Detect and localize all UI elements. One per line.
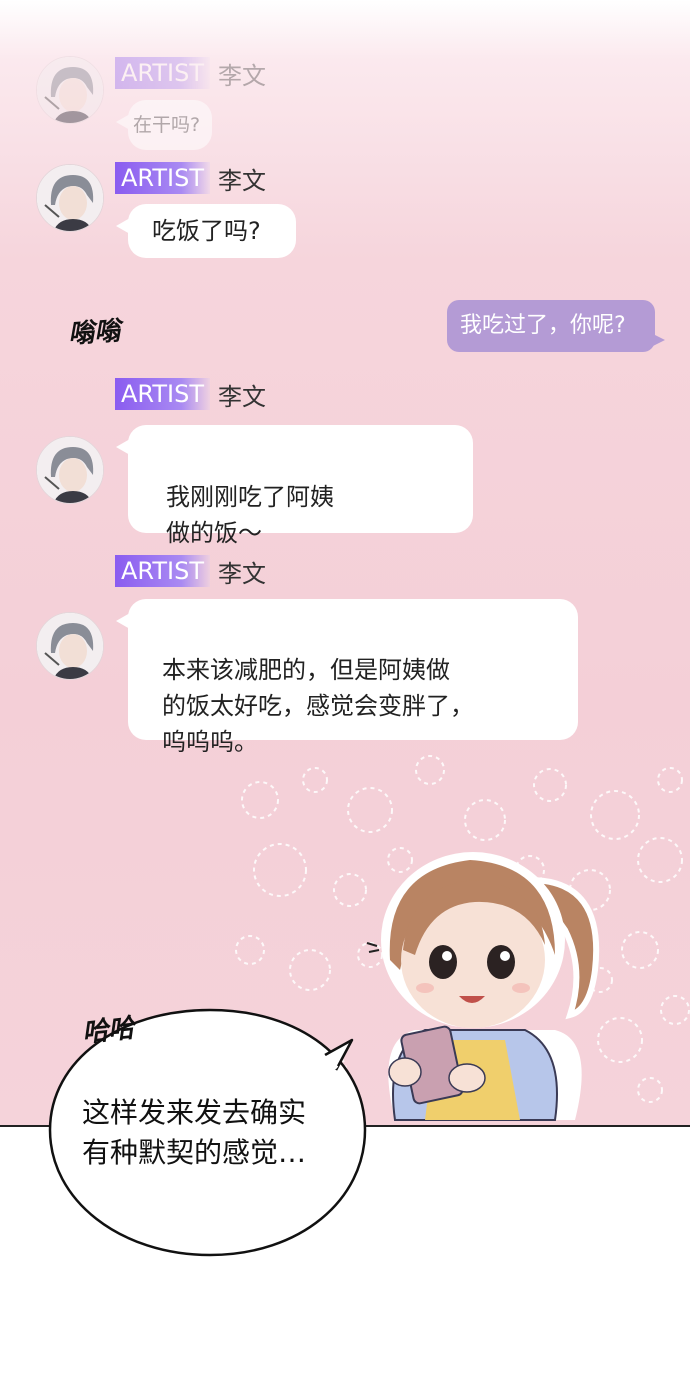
- sfx-haha: 哈哈: [80, 1013, 136, 1049]
- sender-name: 李文: [217, 559, 266, 588]
- sender-name: 李文: [217, 382, 266, 411]
- speech-text: 这样发来发去确实 有种默契的感觉…: [82, 1096, 307, 1169]
- message-text: 在干吗?: [133, 114, 201, 136]
- artist-tag: ARTIST: [115, 57, 210, 89]
- message-bubble: 本来该减肥的，但是阿姨做 的饭太好吃，感觉会变胖了， 呜呜呜。: [116, 599, 578, 756]
- message-bubble: 我刚刚吃了阿姨 做的饭～: [116, 425, 473, 547]
- sfx-buzz: 嗡嗡: [67, 316, 122, 350]
- avatar-liwen: [36, 164, 104, 232]
- sender-row: ARTIST 李文: [115, 56, 266, 90]
- artist-tag: ARTIST: [115, 162, 210, 194]
- message-bubble: 吃饭了吗?: [116, 204, 296, 258]
- message-bubble: 在干吗?: [116, 100, 212, 150]
- avatar-liwen: [36, 436, 104, 504]
- sender-row: ARTIST 李文: [115, 554, 266, 588]
- sender-row: ARTIST 李文: [115, 377, 266, 411]
- sender-name: 李文: [217, 61, 266, 90]
- reply-text: 我吃过了，你呢?: [460, 313, 626, 338]
- avatar-liwen: [36, 612, 104, 680]
- message-text: 吃饭了吗?: [152, 217, 261, 245]
- reply-bubble: 我吃过了，你呢?: [447, 300, 665, 352]
- girl-with-phone-illustration: [366, 852, 600, 1121]
- sender-name: 李文: [217, 166, 266, 195]
- artist-tag: ARTIST: [115, 555, 210, 587]
- avatar-liwen: [36, 56, 104, 124]
- artist-tag: ARTIST: [115, 378, 210, 410]
- sender-row: ARTIST 李文: [115, 161, 266, 195]
